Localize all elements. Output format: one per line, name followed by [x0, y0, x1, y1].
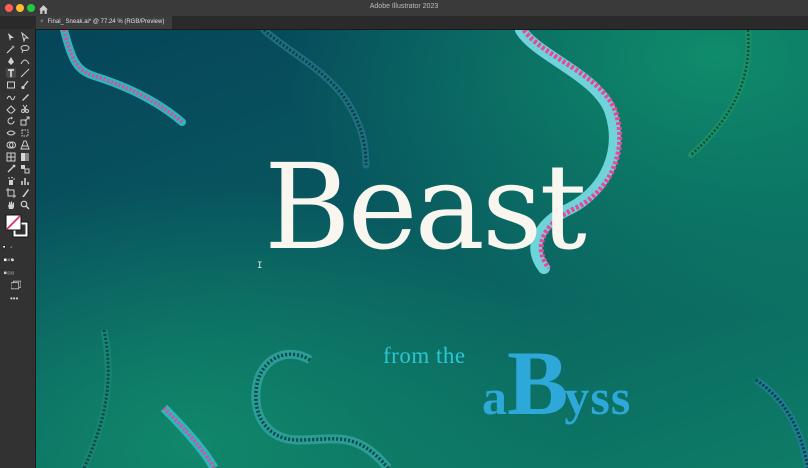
- document-tab-bar: × Final_ Sneak.ai* @ 77.24 % (RGB/Preview…: [0, 16, 808, 30]
- rotate-tool-icon[interactable]: [6, 116, 16, 126]
- type-tool-icon[interactable]: [6, 68, 16, 78]
- zoom-tool-icon[interactable]: [20, 200, 30, 210]
- magic-wand-tool-icon[interactable]: [6, 44, 16, 54]
- title-bar: Adobe Illustrator 2023: [0, 0, 808, 17]
- screen-mode-icon[interactable]: [11, 280, 24, 290]
- free-transform-tool-icon[interactable]: [20, 128, 30, 138]
- document-tab-label: Final_ Sneak.ai* @ 77.24 % (RGB/Preview): [47, 19, 165, 25]
- artboard-tool-icon[interactable]: [6, 188, 16, 198]
- curvature-tool-icon[interactable]: [20, 56, 30, 66]
- perspective-grid-tool-icon[interactable]: [20, 140, 30, 150]
- subtitle-prefix-text[interactable]: from the: [383, 343, 466, 369]
- line-segment-tool-icon[interactable]: [20, 68, 30, 78]
- lasso-tool-icon[interactable]: [20, 44, 30, 54]
- gradient-tool-icon[interactable]: [20, 152, 30, 162]
- column-graph-tool-icon[interactable]: [20, 176, 30, 186]
- subtitle-abyss-text[interactable]: aByss: [482, 330, 631, 436]
- width-tool-icon[interactable]: [6, 128, 16, 138]
- pencil-tool-icon[interactable]: [20, 92, 30, 102]
- slice-tool-icon[interactable]: [20, 188, 30, 198]
- app-title: Adobe Illustrator 2023: [369, 3, 439, 10]
- swap-default-colors-icon[interactable]: [3, 242, 25, 250]
- mesh-tool-icon[interactable]: [6, 152, 16, 162]
- eyedropper-tool-icon[interactable]: [6, 164, 16, 174]
- color-mode-icons[interactable]: [4, 255, 32, 263]
- paintbrush-tool-icon[interactable]: [20, 80, 30, 90]
- tools-panel: •••: [0, 29, 36, 468]
- subtitle-yss: yss: [564, 369, 632, 425]
- rectangle-tool-icon[interactable]: [6, 80, 16, 90]
- type-cursor-icon: I: [257, 261, 263, 271]
- artboard-canvas[interactable]: Beast I from the aByss: [36, 30, 808, 468]
- draw-mode-icons[interactable]: [4, 268, 32, 276]
- headline-text[interactable]: Beast: [264, 148, 624, 266]
- eraser-tool-icon[interactable]: [6, 104, 16, 114]
- shaper-tool-icon[interactable]: [6, 92, 16, 102]
- direct-selection-tool-icon[interactable]: [20, 32, 30, 42]
- close-tab-icon[interactable]: ×: [40, 19, 44, 25]
- pen-tool-icon[interactable]: [6, 56, 16, 66]
- scale-tool-icon[interactable]: [20, 116, 30, 126]
- blend-tool-icon[interactable]: [20, 164, 30, 174]
- subtitle-a: a: [482, 369, 507, 425]
- symbol-sprayer-tool-icon[interactable]: [6, 176, 16, 186]
- subtitle-b: B: [507, 332, 568, 434]
- shape-builder-tool-icon[interactable]: [6, 140, 16, 150]
- edit-toolbar-button[interactable]: •••: [10, 294, 18, 303]
- scissors-tool-icon[interactable]: [20, 104, 30, 114]
- selection-tool-icon[interactable]: [6, 32, 16, 42]
- fill-stroke-swatch[interactable]: [5, 214, 31, 240]
- hand-tool-icon[interactable]: [6, 200, 16, 210]
- document-tab[interactable]: × Final_ Sneak.ai* @ 77.24 % (RGB/Preview…: [36, 16, 173, 29]
